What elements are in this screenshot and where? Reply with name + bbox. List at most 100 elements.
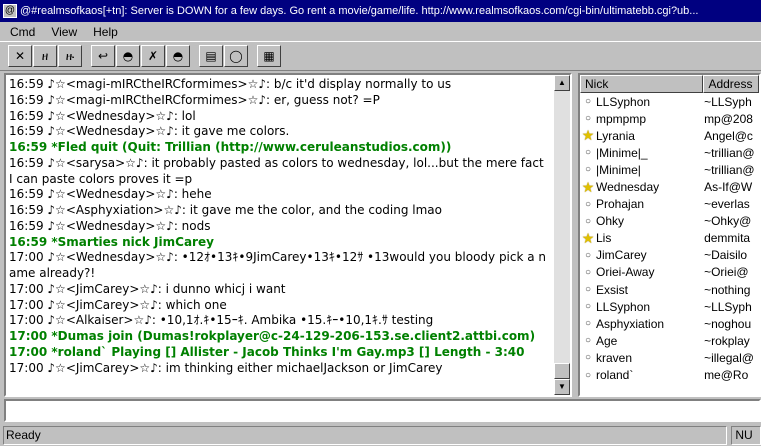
nick-list-item[interactable]: ★ Lis demmita (580, 230, 759, 247)
chat-line: 16:59 ♪☆<Wednesday>☆♪: it gave me colors… (9, 124, 290, 139)
chat-line: 17:00 ♪☆<JimCarey>☆♪: im thinking either… (9, 360, 443, 375)
toolbar-separator (191, 45, 199, 67)
nick-address: ~nothing (704, 282, 751, 297)
nick-list-item[interactable]: ○ |Minime|_ ~trillian@ (580, 144, 759, 161)
nick-name: Age (596, 333, 618, 348)
chat-scrollbar[interactable]: ▲ ▼ (554, 75, 570, 395)
nick-name: Exsist (596, 282, 629, 297)
circle-icon: ○ (584, 113, 592, 125)
nick-name: Wednesday (596, 180, 660, 195)
log-icon[interactable]: ▦ (257, 45, 281, 67)
close-button[interactable]: ✕ (8, 45, 32, 67)
nick-list-item[interactable]: ★ Wednesday As-If@W (580, 178, 759, 195)
chat-line: 17:00 ♪☆<JimCarey>☆♪: i dunno whicj i wa… (9, 281, 286, 296)
nick-address: ~noghou (704, 316, 752, 331)
star-icon: ★ (581, 127, 595, 144)
circle-icon: ○ (584, 215, 592, 227)
nick-address: Angel@c (704, 128, 753, 143)
chat-line: 17:00 ♪☆<Alkaiser>☆♪: •10,1ｵ.ｷ•15ｰｷ. Amb… (9, 313, 434, 328)
nick-address: mp@208 (704, 111, 753, 126)
nick-list-item[interactable]: ○ roland` me@Ro (580, 367, 759, 384)
nick-list-item[interactable]: ○ Asphyxiation ~noghou (580, 315, 759, 332)
nick-address: ~trillian@ (704, 145, 755, 160)
circle-icon: ○ (584, 147, 592, 159)
nick-name: |Minime| (596, 162, 641, 177)
nick-name: Prohajan (596, 197, 645, 212)
circle-icon: ○ (584, 335, 592, 347)
chat-event-line: 17:00 *Dumas join (Dumas!rokplayer@c-24-… (9, 329, 536, 343)
user-list-icon[interactable]: ▤ (199, 45, 223, 67)
status-bar: Ready NU (0, 424, 761, 446)
nick-list-item[interactable]: ○ Ohky ~Ohky@ (580, 213, 759, 230)
return-icon[interactable]: ↩ (91, 45, 115, 67)
title-bar: @ @#realmsofkaos[+tn]: Server is DOWN fo… (0, 0, 761, 22)
nick-name: Oriei-Away (596, 265, 655, 280)
nick-name: mpmpmp (596, 111, 647, 126)
nick-address: ~Ohky@ (704, 214, 752, 229)
helmet-icon[interactable]: ◓ (116, 45, 140, 67)
chat-window[interactable]: 16:59 ♪☆<magi-mIRCtheIRCformimes>☆♪: b/c… (4, 73, 572, 397)
nick-address: ~Daisilo (704, 248, 748, 263)
chat-lines: 16:59 ♪☆<magi-mIRCtheIRCformimes>☆♪: b/c… (6, 75, 554, 395)
num-lock-indicator: NU (731, 425, 761, 445)
nick-list-item[interactable]: ★ Lyrania Angel@c (580, 127, 759, 144)
toolbar-separator (83, 45, 91, 67)
nick-list-item[interactable]: ○ Prohajan ~everlas (580, 196, 759, 213)
users-icon[interactable]: ዘ (33, 45, 57, 67)
nick-list-item[interactable]: ○ Exsist ~nothing (580, 281, 759, 298)
chat-event-line: 16:59 *Smarties nick JimCarey (9, 234, 214, 249)
toolbar: ✕ ዘ ዙ ↩ ◓ ✗ ◓ ▤ ◯ ▦ (0, 41, 761, 71)
status-text: Ready (3, 425, 728, 445)
chat-bubble-icon[interactable]: ◯ (224, 45, 248, 67)
chat-line: 17:00 ♪☆<JimCarey>☆♪: which one (9, 297, 227, 312)
nick-name: Lis (596, 231, 612, 246)
nick-list[interactable]: Nick Address ○ LLSyphon ~LLSyph ○ mpmpmp mp@2… (578, 73, 761, 397)
star-icon: ★ (581, 229, 595, 246)
nick-list-item[interactable]: ○ |Minime| ~trillian@ (580, 161, 759, 178)
nick-list-item[interactable]: ○ kraven ~illegal@ (580, 349, 759, 366)
circle-icon: ○ (584, 318, 592, 330)
nick-list-item[interactable]: ○ Oriei-Away ~Oriei@ (580, 264, 759, 281)
menu-cmd[interactable]: Cmd (0, 25, 43, 39)
nick-address: ~everlas (704, 197, 750, 212)
nick-list-item[interactable]: ○ Age ~rokplay (580, 332, 759, 349)
nick-rows: ○ LLSyphon ~LLSyph ○ mpmpmp mp@208 ★ Lyrania Ang… (580, 93, 759, 384)
address-column-header[interactable]: Address (703, 75, 759, 93)
toolbar-separator (249, 45, 257, 67)
chat-line: 16:59 ♪☆<sarysa>☆♪: it probably pasted a… (9, 155, 544, 186)
nick-list-item[interactable]: ○ LLSyphon ~LLSyph (580, 298, 759, 315)
nick-list-item[interactable]: ○ JimCarey ~Daisilo (580, 247, 759, 264)
nick-name: Asphyxiation (596, 316, 665, 331)
nick-list-item[interactable]: ○ LLSyphon ~LLSyph (580, 93, 759, 110)
nick-name: kraven (596, 350, 633, 365)
scroll-down-icon[interactable]: ▼ (554, 379, 570, 395)
nick-address: ~rokplay (704, 333, 750, 348)
scroll-thumb[interactable] (554, 363, 570, 379)
chat-line: 16:59 ♪☆<magi-mIRCtheIRCformimes>☆♪: b/c… (9, 77, 452, 91)
nick-address: ~illegal@ (704, 350, 754, 365)
scroll-up-icon[interactable]: ▲ (554, 75, 570, 91)
message-input[interactable] (4, 399, 761, 422)
star-icon: ★ (581, 178, 595, 195)
chat-line: 16:59 ♪☆<Asphyxiation>☆♪: it gave me the… (9, 203, 442, 217)
chat-line: 16:59 ♪☆<Wednesday>☆♪: lol (9, 108, 196, 123)
hat-icon[interactable]: ◓ (166, 45, 190, 67)
nick-address: ~Oriei@ (704, 265, 749, 280)
circle-icon: ○ (584, 249, 592, 261)
nick-name: Ohky (596, 214, 625, 229)
menu-help[interactable]: Help (85, 25, 126, 39)
nick-name: roland` (596, 368, 634, 383)
tools-icon[interactable]: ✗ (141, 45, 165, 67)
chat-line: 17:00 ♪☆<Wednesday>☆♪: •12ｵ•13ｷ•9JimCare… (9, 250, 547, 280)
nick-name: |Minime|_ (596, 145, 648, 160)
nick-column-header[interactable]: Nick (580, 75, 704, 93)
nick-list-item[interactable]: ○ mpmpmp mp@208 (580, 110, 759, 127)
nick-address: me@Ro (704, 368, 749, 383)
circle-icon: ○ (584, 96, 592, 108)
menu-view[interactable]: View (43, 25, 85, 39)
nick-address: As-If@W (704, 180, 753, 195)
users-split-icon[interactable]: ዙ (58, 45, 82, 67)
nick-name: Lyrania (596, 128, 635, 143)
chat-line: 16:59 ♪☆<Wednesday>☆♪: nods (9, 218, 211, 233)
app-icon[interactable]: @ (3, 4, 17, 18)
